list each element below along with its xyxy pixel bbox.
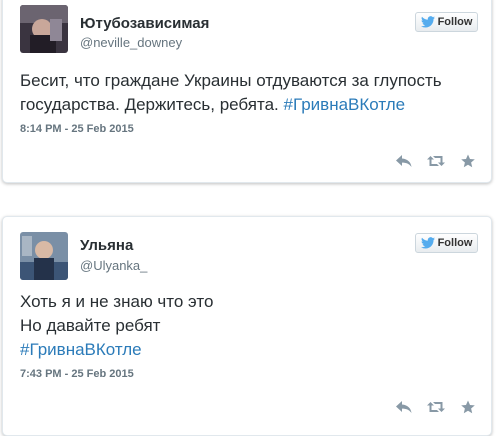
follow-label: Follow — [437, 16, 473, 28]
display-name[interactable]: Ютубозависимая — [80, 15, 209, 32]
timestamp[interactable]: 7:43 PM - 25 Feb 2015 — [20, 368, 134, 380]
reply-icon[interactable] — [395, 154, 413, 168]
tweet-text-plain: Но давайте ребят — [20, 316, 161, 335]
follow-button[interactable]: Follow — [415, 233, 478, 253]
tweet-text-plain: Бесит, что граждане Украины отдуваются з… — [20, 71, 442, 90]
twitter-bird-icon — [420, 16, 435, 28]
tweet-text-plain: Хоть я и не знаю что это — [20, 292, 214, 311]
hashtag-link[interactable]: #ГривнаВКотле — [284, 95, 406, 114]
follow-label: Follow — [437, 237, 473, 249]
tweet-text-line: Но давайте ребят — [20, 314, 480, 338]
tweet-text-line: Бесит, что граждане Украины отдуваются з… — [20, 69, 480, 93]
follow-button[interactable]: Follow — [415, 12, 478, 32]
retweet-icon[interactable] — [427, 154, 445, 168]
tweet-text-line: Хоть я и не знаю что это — [20, 290, 480, 314]
username[interactable]: @neville_downey — [80, 35, 182, 50]
display-name[interactable]: Ульяна — [80, 237, 133, 254]
hashtag-link[interactable]: #ГривнаВКотле — [20, 340, 142, 359]
favorite-icon[interactable] — [459, 400, 477, 414]
favorite-icon[interactable] — [459, 154, 477, 168]
avatar[interactable] — [20, 232, 68, 280]
retweet-icon[interactable] — [427, 400, 445, 414]
username[interactable]: @Ulyanka_ — [80, 258, 147, 273]
tweet-text-line: государства. Держитесь, ребята. #ГривнаВ… — [20, 93, 480, 117]
tweet-text-plain: государства. Держитесь, ребята. — [20, 95, 284, 114]
tweet-text: Хоть я и не знаю что это Но давайте ребя… — [20, 290, 480, 362]
tweet-text: Бесит, что граждане Украины отдуваются з… — [20, 69, 480, 117]
tweet-actions — [395, 400, 477, 414]
tweet-actions — [395, 154, 477, 168]
tweet-text-line: #ГривнаВКотле — [20, 338, 480, 362]
twitter-bird-icon — [420, 237, 435, 249]
tweet-card: Ульяна @Ulyanka_ Follow Хоть я и не знаю… — [2, 216, 492, 436]
avatar[interactable] — [20, 5, 68, 53]
tweet-card: Ютубозависимая @neville_downey Follow Бе… — [2, 0, 492, 183]
reply-icon[interactable] — [395, 400, 413, 414]
timestamp[interactable]: 8:14 PM - 25 Feb 2015 — [20, 123, 134, 135]
